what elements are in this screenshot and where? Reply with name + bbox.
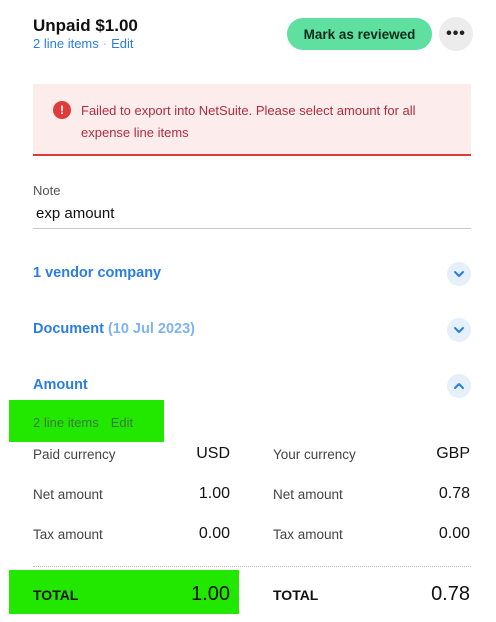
document-title-label: Document — [33, 321, 104, 337]
mark-as-reviewed-button[interactable]: Mark as reviewed — [287, 18, 432, 50]
more-icon: ••• — [446, 25, 466, 42]
paid-tax-label: Tax amount — [33, 527, 103, 542]
edit-link[interactable]: Edit — [111, 36, 133, 51]
amount-subline: 2 line items Edit — [33, 415, 133, 430]
document-section-title[interactable]: Document (10 Jul 2023) — [33, 321, 195, 337]
paid-total-label: TOTAL — [33, 587, 79, 603]
paid-tax-value: 0.00 — [198, 525, 230, 542]
paid-net-label: Net amount — [33, 487, 103, 502]
chevron-up-icon — [454, 383, 464, 389]
your-total-value: 0.78 — [431, 583, 470, 605]
your-currency-value: GBP — [436, 445, 470, 462]
amount-edit-link[interactable]: Edit — [111, 415, 133, 430]
chevron-down-icon — [454, 271, 464, 277]
paid-currency-value[interactable]: USD — [150, 445, 230, 463]
vendor-section-title[interactable]: 1 vendor company — [33, 265, 161, 281]
document-date: (10 Jul 2023) — [107, 321, 195, 337]
vendor-expand-toggle[interactable] — [447, 262, 471, 286]
totals-divider — [33, 566, 471, 567]
amount-section-title[interactable]: Amount — [33, 377, 88, 393]
note-label: Note — [33, 183, 61, 198]
paid-currency-label: Paid currency — [33, 447, 116, 462]
error-alert: ! Failed to export into NetSuite. Please… — [33, 84, 471, 156]
error-icon: ! — [53, 101, 71, 119]
line-items-link[interactable]: 2 line items — [33, 36, 99, 51]
your-tax-value: 0.00 — [438, 525, 470, 542]
chevron-down-icon — [454, 327, 464, 333]
document-expand-toggle[interactable] — [447, 318, 471, 342]
error-message: Failed to export into NetSuite. Please s… — [81, 103, 416, 140]
note-field[interactable]: exp amount — [33, 203, 471, 229]
amount-collapse-toggle[interactable] — [447, 374, 471, 398]
your-net-label: Net amount — [273, 487, 343, 502]
paid-total-value: 1.00 — [191, 583, 230, 605]
your-total-label: TOTAL — [273, 587, 319, 603]
separator-dot: · — [102, 36, 108, 51]
amount-line-items-link[interactable]: 2 line items — [33, 415, 99, 430]
more-options-button[interactable]: ••• — [439, 17, 473, 51]
paid-net-value: 1.00 — [198, 485, 230, 502]
header-subline: 2 line items · Edit — [33, 36, 134, 51]
your-tax-label: Tax amount — [273, 527, 343, 542]
your-net-value: 0.78 — [438, 485, 470, 502]
your-currency-label: Your currency — [273, 447, 356, 462]
page-title: Unpaid $1.00 — [33, 16, 138, 35]
